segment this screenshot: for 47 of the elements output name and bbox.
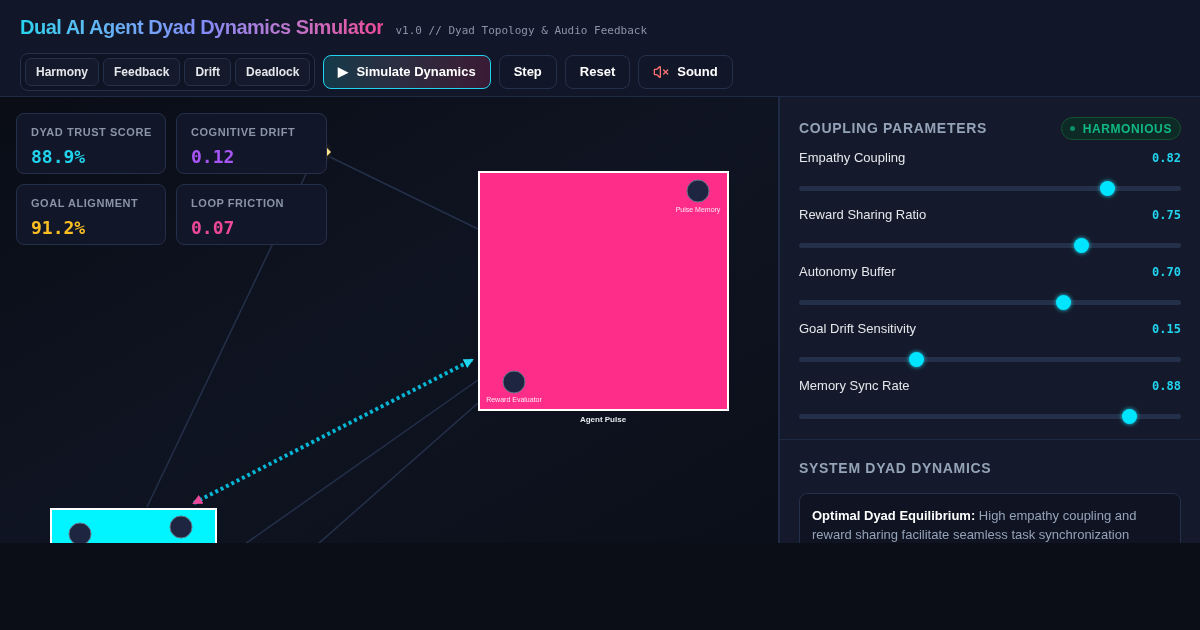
parameter-label: Autonomy Buffer bbox=[799, 263, 896, 281]
parameter-slider[interactable] bbox=[799, 351, 1181, 367]
metric-label: LOOP FRICTION bbox=[191, 196, 286, 211]
section-title: SYSTEM DYAD DYNAMICS bbox=[799, 459, 993, 478]
parameter-slider[interactable] bbox=[799, 237, 1181, 253]
slider-thumb[interactable] bbox=[1121, 408, 1137, 424]
metric-label: GOAL ALIGNMENT bbox=[31, 196, 140, 211]
parameter-value: 0.15 bbox=[1152, 320, 1181, 338]
control-button[interactable]: Step bbox=[498, 55, 557, 89]
preset-tab[interactable]: Feedback bbox=[103, 58, 181, 86]
muted-speaker-icon bbox=[653, 64, 670, 80]
agent-node bbox=[169, 515, 193, 539]
parameter-label: Memory Sync Rate bbox=[799, 377, 910, 395]
parameter-slider[interactable] bbox=[799, 408, 1181, 424]
slider-thumb[interactable] bbox=[1074, 237, 1090, 253]
preset-tab[interactable]: Harmony bbox=[25, 58, 99, 86]
preset-tab[interactable]: Drift bbox=[184, 58, 232, 86]
dynamics-description: Optimal Dyad Equilibrium: High empathy coupling and reward sharing facilitate seamless task synchronization bbox=[812, 507, 1138, 543]
parameter-value: 0.75 bbox=[1152, 206, 1181, 224]
agent-label: Agent Pulse bbox=[579, 415, 627, 424]
metric-value: 0.12 bbox=[191, 144, 236, 169]
slider-thumb[interactable] bbox=[1099, 180, 1115, 196]
metric-label: DYAD TRUST SCORE bbox=[31, 125, 151, 140]
parameter-label: Reward Sharing Ratio bbox=[799, 206, 927, 224]
evaluator-node bbox=[502, 370, 526, 394]
parameter-label: Empathy Coupling bbox=[799, 149, 906, 167]
agent-node bbox=[68, 522, 92, 543]
memory-node bbox=[686, 179, 710, 203]
parameter-slider[interactable] bbox=[799, 180, 1181, 196]
parameter-value: 0.70 bbox=[1152, 263, 1181, 281]
parameter-value: 0.82 bbox=[1152, 149, 1181, 167]
parameter-value: 0.88 bbox=[1152, 377, 1181, 395]
preset-tab[interactable]: Deadlock bbox=[235, 58, 311, 86]
metric-value: 0.07 bbox=[191, 215, 236, 240]
metric-label: COGNITIVE DRIFT bbox=[191, 125, 297, 140]
status-badge: HARMONIOUS bbox=[1060, 117, 1181, 140]
parameter-label: Goal Drift Sensitivity bbox=[799, 320, 917, 338]
slider-thumb[interactable] bbox=[1055, 294, 1071, 310]
slider-thumb[interactable] bbox=[909, 351, 925, 367]
app-subtitle: v1.0 // Dyad Topology & Audio Feedback bbox=[395, 23, 648, 39]
parameter-slider[interactable] bbox=[799, 294, 1181, 310]
metric-value: 91.2% bbox=[31, 215, 87, 240]
section-title: COUPLING PARAMETERS bbox=[799, 119, 988, 138]
metric-value: 88.9% bbox=[31, 144, 87, 169]
sound-button[interactable]: Sound bbox=[638, 55, 733, 89]
control-button[interactable]: Reset bbox=[564, 55, 631, 89]
simulate-button[interactable]: ▶ Simulate Dynamics bbox=[323, 55, 491, 89]
